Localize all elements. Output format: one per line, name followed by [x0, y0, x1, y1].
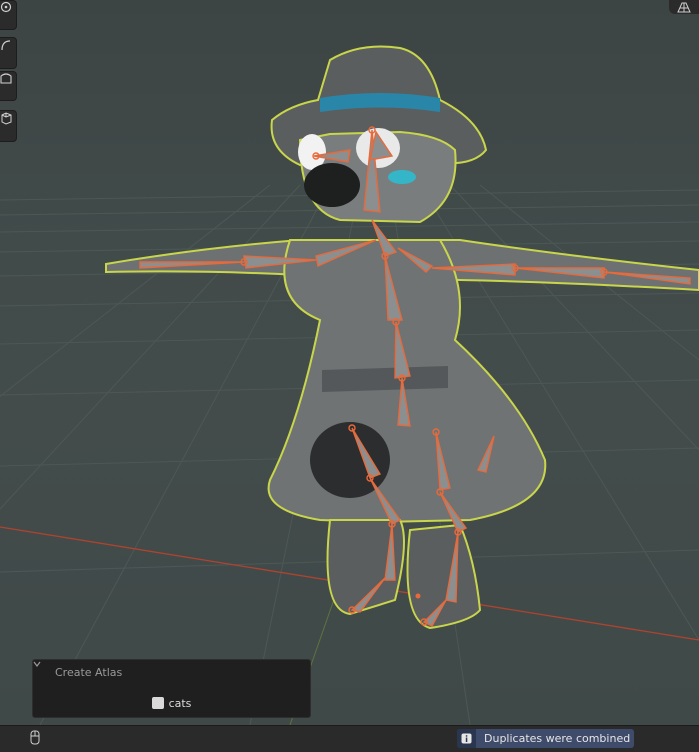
toggle-grid-gizmo-button[interactable]: [669, 0, 699, 14]
chevron-down-icon: [33, 661, 49, 676]
mouse-icon: [30, 730, 40, 749]
3d-viewport[interactable]: Create Atlas cats: [0, 0, 699, 725]
checkmark-icon: [34, 697, 42, 704]
info-icon: [457, 729, 476, 748]
redo-panel-header[interactable]: Create Atlas: [33, 660, 310, 684]
character-mesh: [105, 45, 699, 630]
redo-last-panel: Create Atlas cats: [32, 659, 311, 718]
redo-panel-title: Create Atlas: [55, 665, 123, 679]
cats-option-row: cats: [33, 695, 310, 711]
viewport-scene: [0, 45, 699, 725]
status-bar: Duplicates were combined: [0, 725, 699, 752]
cats-checkbox[interactable]: [34, 697, 164, 709]
grid-gizmo-icon: [677, 0, 691, 17]
curve-tool-button[interactable]: [0, 37, 17, 69]
report-text: Duplicates were combined: [484, 732, 631, 745]
cats-checkbox-label: cats: [168, 696, 192, 710]
beak: [304, 163, 360, 207]
belt: [322, 366, 448, 392]
add-cube-button[interactable]: [0, 110, 17, 142]
measure-tool-button[interactable]: [0, 71, 17, 101]
status-report[interactable]: Duplicates were combined: [457, 729, 634, 748]
rotate-view-button[interactable]: [0, 0, 17, 30]
